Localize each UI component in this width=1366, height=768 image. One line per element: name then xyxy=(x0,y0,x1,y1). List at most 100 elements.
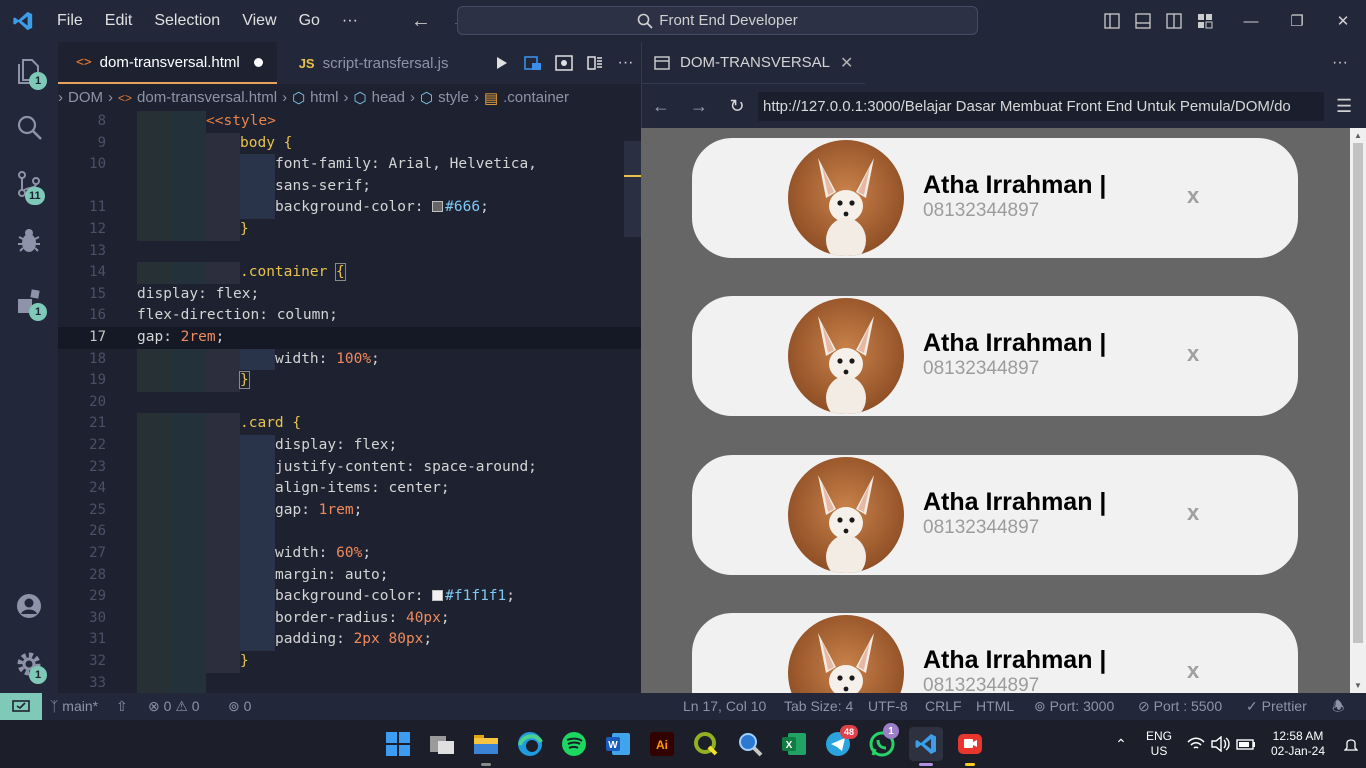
code-line[interactable]: 20 xyxy=(58,392,641,414)
code-line[interactable]: 11 background-color: #666; xyxy=(58,197,641,219)
live-preview-icon[interactable] xyxy=(517,42,548,84)
whatsapp-icon[interactable]: 1 xyxy=(865,723,899,761)
search-icon[interactable] xyxy=(0,99,58,155)
remove-card-button[interactable]: x xyxy=(1187,183,1199,209)
customize-layout-icon[interactable] xyxy=(1189,0,1220,42)
code-line[interactable]: 15 display: flex; xyxy=(58,284,641,306)
remove-card-button[interactable]: x xyxy=(1187,500,1199,526)
code-editor[interactable]: 8 <<style> 9 body {10 font-family: Arial, He… xyxy=(58,111,641,693)
browser-forward-icon[interactable]: → xyxy=(680,96,718,117)
color-swatch[interactable] xyxy=(432,590,444,602)
language-mode[interactable]: HTML xyxy=(976,693,1014,720)
code-line[interactable]: 27 width: 60%; xyxy=(58,543,641,565)
telegram-icon[interactable]: 48 xyxy=(821,725,859,761)
port-3000-status[interactable]: ⊚ Port: 3000 xyxy=(1034,693,1114,720)
breadcrumb-head[interactable]: head xyxy=(372,89,405,106)
code-line[interactable]: 12} xyxy=(58,219,641,241)
toggle-primary-sidebar-icon[interactable] xyxy=(1096,0,1127,42)
remove-card-button[interactable]: x xyxy=(1187,658,1199,684)
back-arrow-icon[interactable]: ← xyxy=(411,10,431,33)
menu-edit[interactable]: Edit xyxy=(94,12,144,30)
code-line[interactable]: 17 gap: 2rem; xyxy=(58,327,641,349)
code-line[interactable]: 24 align-items: center; xyxy=(58,478,641,500)
breadcrumb-folder[interactable]: DOM xyxy=(68,89,103,106)
edge-browser-icon[interactable] xyxy=(513,727,547,761)
run-debug-icon[interactable] xyxy=(0,213,58,269)
code-line[interactable]: 26 xyxy=(58,521,641,543)
code-line[interactable]: 13 xyxy=(58,241,641,263)
code-line[interactable]: 9 body { xyxy=(58,132,641,155)
problems-indicator[interactable]: ⊗ 0 ⚠ 0 xyxy=(148,693,200,720)
unsaved-dot-icon[interactable] xyxy=(253,57,263,67)
battery-icon[interactable] xyxy=(1234,720,1258,768)
remove-card-button[interactable]: x xyxy=(1187,341,1199,367)
open-preview-icon[interactable] xyxy=(548,42,579,84)
code-line[interactable]: 19} xyxy=(58,370,641,392)
run-icon[interactable] xyxy=(486,42,517,84)
code-line[interactable]: 29 background-color: #f1f1f1; xyxy=(58,586,641,608)
maximize-button[interactable]: ❐ xyxy=(1274,0,1320,42)
qgis-icon[interactable] xyxy=(689,727,723,761)
close-window-button[interactable]: ✕ xyxy=(1320,0,1366,42)
explorer-icon[interactable]: 1 xyxy=(0,42,58,98)
tab-script-transfersal-js[interactable]: JS script-transfersal.js xyxy=(277,42,463,84)
menu-more[interactable]: ··· xyxy=(331,12,369,30)
language-indicator[interactable]: ENG US xyxy=(1140,720,1178,768)
menu-file[interactable]: File xyxy=(46,12,94,30)
manage-gear-icon[interactable]: 1 xyxy=(0,636,58,692)
scroll-down-icon[interactable]: ▼ xyxy=(1350,678,1366,693)
breadcrumb-file[interactable]: dom-transversal.html xyxy=(137,89,277,106)
screen-recorder-icon[interactable] xyxy=(953,727,987,766)
url-bar[interactable]: http://127.0.0.1:3000/Belajar Dasar Memb… xyxy=(758,91,1324,121)
editor-scrollbar-thumb[interactable] xyxy=(624,141,641,237)
magnifier-app-icon[interactable] xyxy=(733,727,767,761)
browser-back-icon[interactable]: ← xyxy=(642,96,680,117)
accounts-icon[interactable] xyxy=(0,578,58,634)
source-control-icon[interactable]: 11 xyxy=(0,156,58,212)
file-explorer-icon[interactable] xyxy=(469,727,503,766)
remote-indicator-icon[interactable] xyxy=(0,693,42,720)
prettier-status[interactable]: ✓ Prettier xyxy=(1246,693,1307,720)
tab-size[interactable]: Tab Size: 4 xyxy=(784,693,853,720)
tab-dom-transversal-preview[interactable]: DOM-TRANSVERSAL ✕ xyxy=(642,42,866,84)
word-icon[interactable]: W xyxy=(601,727,635,761)
ports-indicator[interactable]: ⊚ 0 xyxy=(228,693,251,720)
end-of-line[interactable]: CRLF xyxy=(925,693,962,720)
vscode-taskbar-icon[interactable] xyxy=(909,727,943,766)
menu-view[interactable]: View xyxy=(231,12,287,30)
encoding[interactable]: UTF-8 xyxy=(868,693,908,720)
code-line[interactable]: 31 padding: 2px 80px; xyxy=(58,629,641,651)
close-tab-icon[interactable]: ✕ xyxy=(840,53,853,73)
minimize-button[interactable]: — xyxy=(1228,0,1274,42)
code-line[interactable]: 14 .container { xyxy=(58,262,641,284)
breadcrumb-html[interactable]: html xyxy=(310,89,338,106)
code-line[interactable]: 10 font-family: Arial, Helvetica, xyxy=(58,154,641,176)
menu-selection[interactable]: Selection xyxy=(143,12,231,30)
spotify-icon[interactable] xyxy=(557,727,591,761)
illustrator-icon[interactable]: Ai xyxy=(645,727,679,761)
browser-menu-icon[interactable]: ☰ xyxy=(1336,96,1352,117)
git-branch[interactable]: ᛉ main* xyxy=(50,693,98,720)
code-line[interactable]: 18 width: 100%; xyxy=(58,348,641,371)
code-line[interactable]: 23 justify-content: space-around; xyxy=(58,456,641,479)
code-line[interactable]: 21 .card { xyxy=(58,413,641,435)
command-center-search[interactable]: Front End Developer xyxy=(457,6,978,35)
more-actions-icon[interactable]: ··· xyxy=(1332,54,1348,72)
code-line[interactable]: 8 <<style> xyxy=(58,111,641,133)
code-line[interactable]: 32} xyxy=(58,651,641,673)
tray-overflow-chevron-icon[interactable]: ⌃ xyxy=(1110,720,1132,768)
code-line[interactable]: 25 gap: 1rem; xyxy=(58,499,641,522)
notification-icon[interactable] xyxy=(1340,720,1362,768)
toggle-secondary-sidebar-icon[interactable] xyxy=(1158,0,1189,42)
tab-dom-transversal-html[interactable]: <> dom-transversal.html xyxy=(58,42,277,84)
breadcrumb-style[interactable]: style xyxy=(438,89,469,106)
code-line[interactable]: 30 border-radius: 40px; xyxy=(58,607,641,630)
preview-scrollbar-thumb[interactable] xyxy=(1353,143,1363,643)
clock[interactable]: 12:58 AM 02-Jan-24 xyxy=(1262,720,1334,768)
code-line[interactable]: sans-serif; xyxy=(58,175,641,198)
volume-icon[interactable] xyxy=(1209,720,1233,768)
live-server-status[interactable]: ⊘ Port : 5500 xyxy=(1138,693,1222,720)
color-swatch[interactable] xyxy=(432,201,444,213)
code-line[interactable]: 22 display: flex; xyxy=(58,435,641,457)
menu-go[interactable]: Go xyxy=(288,12,331,30)
